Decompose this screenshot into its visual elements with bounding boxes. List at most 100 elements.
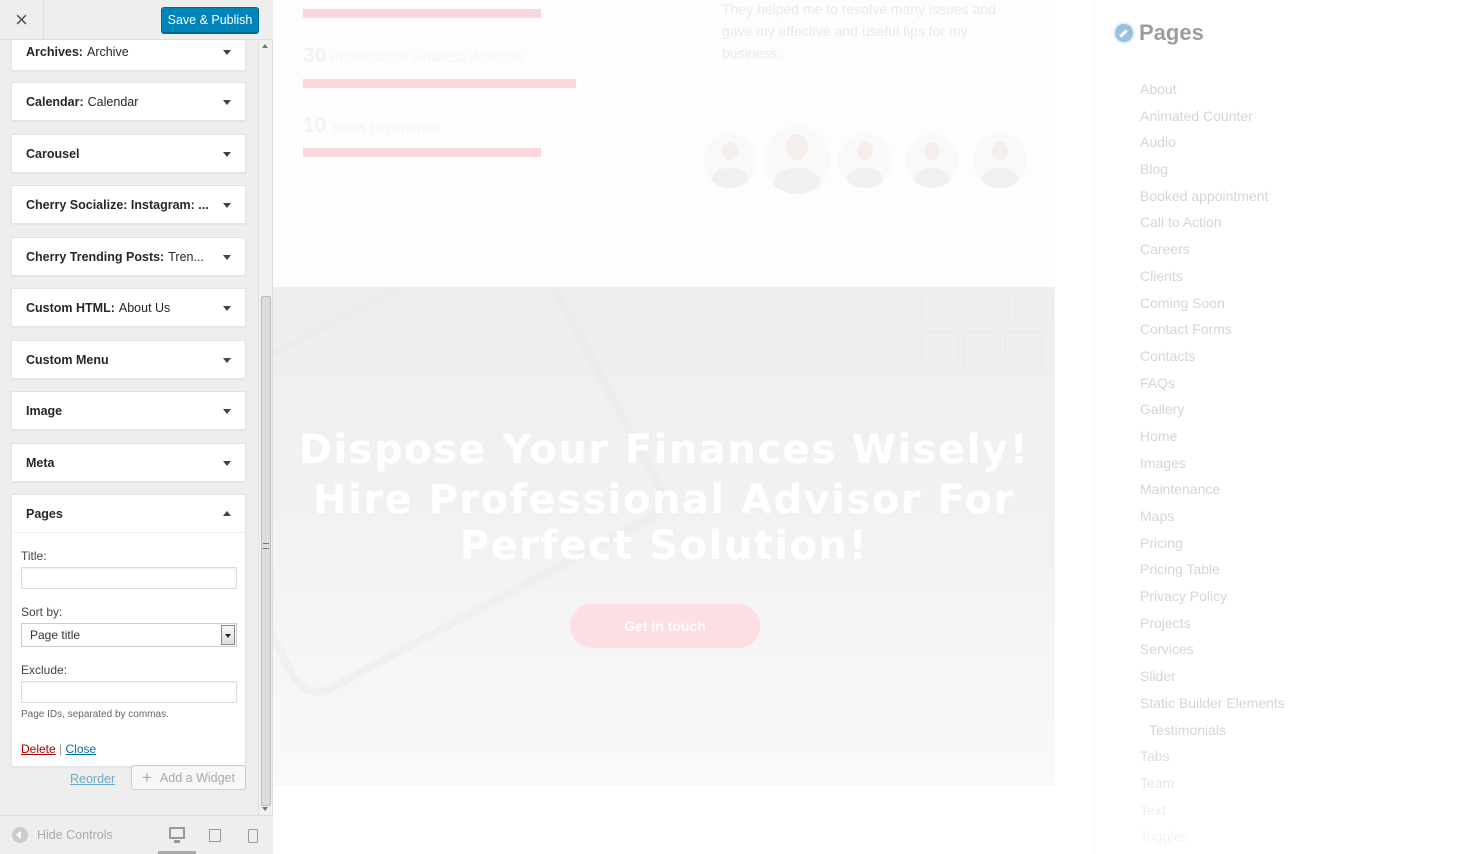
page-link[interactable]: Team xyxy=(1140,774,1285,801)
page-link[interactable]: Contacts xyxy=(1140,347,1285,374)
widget-cherry-socialize[interactable]: Cherry Socialize: Instagram: ... xyxy=(11,185,246,224)
sortby-label: Sort by: xyxy=(21,605,63,619)
widget-custom-html[interactable]: Custom HTML: About Us xyxy=(11,288,246,327)
page-link[interactable]: Home xyxy=(1140,427,1285,454)
page-link[interactable]: Images xyxy=(1140,454,1285,481)
chevron-down-icon[interactable] xyxy=(223,202,231,208)
separator: | xyxy=(59,742,63,756)
page-link[interactable]: Pricing xyxy=(1140,534,1285,561)
desktop-preview-icon[interactable] xyxy=(169,827,185,843)
progress-bar xyxy=(303,9,541,18)
sortby-select[interactable]: Page title xyxy=(21,623,237,647)
reorder-link[interactable]: Reorder xyxy=(70,772,115,786)
page-link[interactable]: Testimonials xyxy=(1140,721,1285,748)
get-in-touch-button[interactable]: Get in touch xyxy=(570,604,760,648)
page-link[interactable]: Blog xyxy=(1140,160,1285,187)
page-link[interactable]: Animated Counter xyxy=(1140,107,1285,134)
page-link[interactable]: Toggles xyxy=(1140,827,1285,854)
delete-link[interactable]: Delete xyxy=(21,742,56,756)
chevron-down-icon[interactable] xyxy=(223,460,231,466)
mobile-preview-icon[interactable] xyxy=(248,829,258,843)
hide-controls-label: Hide Controls xyxy=(37,828,113,842)
widget-custom-menu[interactable]: Custom Menu xyxy=(11,340,246,379)
widget-name: Archives: xyxy=(26,44,83,59)
pages-title-text: Pages xyxy=(1139,20,1204,45)
widget-calendar[interactable]: Calendar: Calendar xyxy=(11,82,246,121)
tablet-preview-icon[interactable] xyxy=(209,829,221,842)
pages-list: About Animated Counter Audio Blog Booked… xyxy=(1140,80,1285,854)
exclude-label: Exclude: xyxy=(21,663,68,677)
page-link[interactable]: Privacy Policy xyxy=(1140,587,1285,614)
hero-heading: Dispose Your Finances Wisely! Hire Profe… xyxy=(273,427,1055,569)
widget-name: Meta xyxy=(26,455,55,470)
widget-archives[interactable]: Archives: Archive xyxy=(11,40,246,71)
widget-cherry-trending[interactable]: Cherry Trending Posts: Tren... xyxy=(11,237,246,276)
close-link[interactable]: Close xyxy=(66,742,97,756)
add-widget-button[interactable]: + Add a Widget xyxy=(131,765,246,790)
page-link[interactable]: Coming Soon xyxy=(1140,294,1285,321)
chevron-down-icon[interactable] xyxy=(223,49,231,55)
page-link[interactable]: Call to Action xyxy=(1140,213,1285,240)
chevron-down-icon[interactable] xyxy=(223,99,231,105)
stat-number: 30 xyxy=(303,44,327,67)
stat-number: 10 xyxy=(303,114,327,137)
save-publish-button[interactable]: Save & Publish xyxy=(161,7,259,33)
page-link[interactable]: FAQs xyxy=(1140,374,1285,401)
page-link[interactable]: Gallery xyxy=(1140,400,1285,427)
chevron-down-icon[interactable] xyxy=(223,305,231,311)
page-link[interactable]: Slider xyxy=(1140,667,1285,694)
page-link[interactable]: Clients xyxy=(1140,267,1285,294)
pages-widget-preview: Pages About Animated Counter Audio Blog … xyxy=(1094,0,1471,854)
widget-name: Cherry Socialize: Instagram: ... xyxy=(26,197,209,212)
chevron-down-icon[interactable] xyxy=(221,625,235,645)
avatar[interactable] xyxy=(703,134,757,188)
add-widget-label: Add a Widget xyxy=(159,770,235,785)
chevron-down-icon[interactable] xyxy=(223,357,231,363)
exclude-input[interactable] xyxy=(21,681,237,703)
sidebar-scrollbar[interactable] xyxy=(258,40,272,815)
page-link[interactable]: Careers xyxy=(1140,240,1285,267)
avatar[interactable] xyxy=(905,134,959,188)
avatar[interactable] xyxy=(838,134,892,188)
page-link[interactable]: Static Builder Elements xyxy=(1140,694,1285,721)
customizer-sidebar: × Save & Publish Archives: Archive Calend… xyxy=(0,0,273,854)
widget-image[interactable]: Image xyxy=(11,391,246,430)
scroll-up-icon[interactable] xyxy=(262,44,268,48)
progress-bar xyxy=(303,79,576,88)
pages-widget-title: Pages xyxy=(1113,20,1204,46)
stat-item: 30 Professional Financial Advisors xyxy=(303,44,524,68)
grip-icon xyxy=(263,543,269,549)
chevron-down-icon[interactable] xyxy=(223,254,231,260)
customizer-footer: Hide Controls xyxy=(0,815,273,854)
page-link[interactable]: Maintenance xyxy=(1140,480,1285,507)
widget-carousel[interactable]: Carousel xyxy=(11,134,246,173)
stats-section: 30 Professional Financial Advisors 10 Year… xyxy=(273,0,1055,287)
page-link[interactable]: Text xyxy=(1140,801,1285,828)
page-link[interactable]: Audio xyxy=(1140,133,1285,160)
chevron-down-icon[interactable] xyxy=(223,151,231,157)
page-link[interactable]: Pricing Table xyxy=(1140,560,1285,587)
page-link[interactable]: Tabs xyxy=(1140,747,1285,774)
page-link[interactable]: Contact Forms xyxy=(1140,320,1285,347)
page-link[interactable]: Maps xyxy=(1140,507,1285,534)
page-link[interactable]: About xyxy=(1140,80,1285,107)
page-link[interactable]: Projects xyxy=(1140,614,1285,641)
widget-pages-form: Title: Sort by: Page title Exclude: Page… xyxy=(12,532,245,766)
page-link[interactable]: Booked appointment xyxy=(1140,187,1285,214)
widget-name: Image xyxy=(26,403,63,418)
close-icon[interactable]: × xyxy=(0,0,44,40)
hide-controls-button[interactable]: Hide Controls xyxy=(12,827,113,843)
widget-actions: Delete | Close xyxy=(21,742,236,756)
scroll-down-icon[interactable] xyxy=(262,807,268,811)
widget-pages-header[interactable]: Pages xyxy=(12,495,245,532)
widget-name: Calendar: xyxy=(26,94,84,109)
chevron-up-icon[interactable] xyxy=(223,510,231,516)
avatar[interactable] xyxy=(973,134,1027,188)
avatar[interactable] xyxy=(763,126,831,194)
scrollbar-thumb[interactable] xyxy=(261,296,271,806)
page-link[interactable]: Services xyxy=(1140,640,1285,667)
title-input[interactable] xyxy=(21,567,237,589)
pencil-edit-icon[interactable] xyxy=(1113,22,1135,44)
chevron-down-icon[interactable] xyxy=(223,408,231,414)
widget-meta[interactable]: Meta xyxy=(11,443,246,482)
